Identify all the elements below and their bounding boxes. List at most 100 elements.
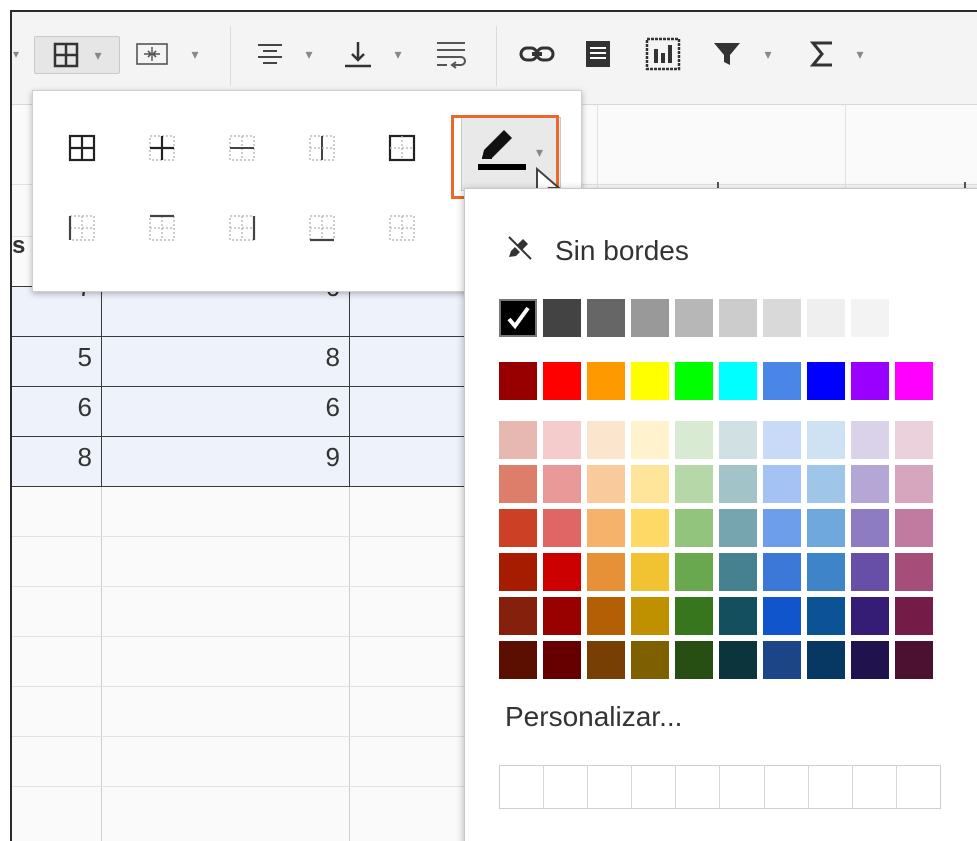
- filter-button[interactable]: ▾: [704, 36, 780, 72]
- color-swatch[interactable]: [719, 597, 757, 635]
- color-swatch[interactable]: [499, 421, 537, 459]
- functions-button[interactable]: ▾: [802, 36, 872, 72]
- color-swatch[interactable]: [675, 299, 713, 337]
- color-swatch[interactable]: [543, 597, 581, 635]
- color-swatch[interactable]: [587, 362, 625, 400]
- color-swatch[interactable]: [807, 465, 845, 503]
- custom-color-option[interactable]: Personalizar...: [505, 701, 682, 733]
- color-swatch[interactable]: [895, 641, 933, 679]
- color-swatch[interactable]: [763, 421, 801, 459]
- vertical-borders-icon[interactable]: [305, 131, 339, 165]
- color-swatch[interactable]: [719, 641, 757, 679]
- cell-value[interactable]: 9: [112, 442, 340, 473]
- color-swatch[interactable]: [807, 299, 845, 337]
- color-swatch[interactable]: [587, 597, 625, 635]
- clear-borders-icon[interactable]: [385, 211, 419, 245]
- color-swatch[interactable]: [719, 553, 757, 591]
- color-swatch[interactable]: [851, 299, 889, 337]
- color-swatch[interactable]: [675, 362, 713, 400]
- color-swatch[interactable]: [763, 299, 801, 337]
- color-swatch[interactable]: [587, 509, 625, 547]
- color-swatch[interactable]: [895, 553, 933, 591]
- custom-color-slot[interactable]: [809, 766, 853, 808]
- custom-color-slot[interactable]: [897, 766, 940, 808]
- cell-value[interactable]: 8: [12, 442, 92, 473]
- color-swatch[interactable]: [895, 597, 933, 635]
- color-swatch[interactable]: [499, 299, 537, 337]
- text-wrap-button[interactable]: [426, 36, 476, 72]
- color-swatch[interactable]: [719, 362, 757, 400]
- color-swatch[interactable]: [851, 641, 889, 679]
- color-swatch[interactable]: [719, 421, 757, 459]
- custom-color-slot[interactable]: [632, 766, 677, 808]
- color-swatch[interactable]: [499, 362, 537, 400]
- color-swatch[interactable]: [763, 641, 801, 679]
- color-swatch[interactable]: [851, 509, 889, 547]
- color-swatch[interactable]: [851, 362, 889, 400]
- custom-color-slot[interactable]: [676, 766, 721, 808]
- insert-chart-button[interactable]: [638, 36, 688, 72]
- color-swatch[interactable]: [499, 553, 537, 591]
- color-swatch[interactable]: [543, 509, 581, 547]
- borders-button[interactable]: ▾: [34, 36, 120, 74]
- color-swatch[interactable]: [807, 641, 845, 679]
- top-border-icon[interactable]: [145, 211, 179, 245]
- color-swatch[interactable]: [675, 509, 713, 547]
- color-swatch[interactable]: [631, 299, 669, 337]
- insert-comment-button[interactable]: [578, 36, 618, 72]
- color-swatch[interactable]: [631, 509, 669, 547]
- cell-value[interactable]: 6: [12, 392, 92, 423]
- cell-value[interactable]: 5: [12, 342, 92, 373]
- color-swatch[interactable]: [631, 421, 669, 459]
- color-swatch[interactable]: [895, 421, 933, 459]
- color-swatch[interactable]: [587, 465, 625, 503]
- color-swatch[interactable]: [631, 553, 669, 591]
- all-borders-icon[interactable]: [65, 131, 99, 165]
- custom-color-slot[interactable]: [853, 766, 897, 808]
- bottom-border-icon[interactable]: [305, 211, 339, 245]
- color-swatch[interactable]: [807, 553, 845, 591]
- custom-color-slot[interactable]: [500, 766, 545, 808]
- color-swatch[interactable]: [807, 597, 845, 635]
- color-swatch[interactable]: [763, 509, 801, 547]
- color-swatch[interactable]: [543, 421, 581, 459]
- color-swatch[interactable]: [895, 465, 933, 503]
- color-swatch[interactable]: [851, 553, 889, 591]
- color-swatch[interactable]: [587, 641, 625, 679]
- color-swatch[interactable]: [543, 641, 581, 679]
- color-swatch[interactable]: [719, 465, 757, 503]
- color-swatch[interactable]: [719, 509, 757, 547]
- color-swatch[interactable]: [895, 362, 933, 400]
- color-swatch[interactable]: [763, 597, 801, 635]
- color-swatch[interactable]: [631, 362, 669, 400]
- cell-value[interactable]: 8: [112, 342, 340, 373]
- color-swatch[interactable]: [631, 641, 669, 679]
- color-swatch[interactable]: [499, 465, 537, 503]
- insert-link-button[interactable]: [512, 36, 562, 72]
- color-swatch[interactable]: [675, 641, 713, 679]
- color-swatch[interactable]: [763, 362, 801, 400]
- color-swatch[interactable]: [543, 553, 581, 591]
- color-swatch[interactable]: [543, 465, 581, 503]
- vertical-align-button[interactable]: ▾: [334, 36, 410, 72]
- color-swatch[interactable]: [763, 553, 801, 591]
- horizontal-borders-icon[interactable]: [225, 131, 259, 165]
- horizontal-align-button[interactable]: ▾: [244, 36, 324, 72]
- color-swatch[interactable]: [587, 553, 625, 591]
- right-border-icon[interactable]: [225, 211, 259, 245]
- custom-color-slot[interactable]: [765, 766, 809, 808]
- color-swatch[interactable]: [719, 299, 757, 337]
- custom-color-slot[interactable]: [720, 766, 765, 808]
- color-swatch[interactable]: [675, 597, 713, 635]
- color-swatch[interactable]: [675, 465, 713, 503]
- color-swatch[interactable]: [851, 597, 889, 635]
- color-swatch[interactable]: [543, 362, 581, 400]
- color-swatch[interactable]: [807, 362, 845, 400]
- color-swatch[interactable]: [763, 465, 801, 503]
- color-swatch[interactable]: [895, 509, 933, 547]
- left-border-icon[interactable]: [65, 211, 99, 245]
- cell-value[interactable]: 6: [112, 392, 340, 423]
- color-swatch[interactable]: [499, 641, 537, 679]
- color-swatch[interactable]: [675, 421, 713, 459]
- color-swatch[interactable]: [807, 509, 845, 547]
